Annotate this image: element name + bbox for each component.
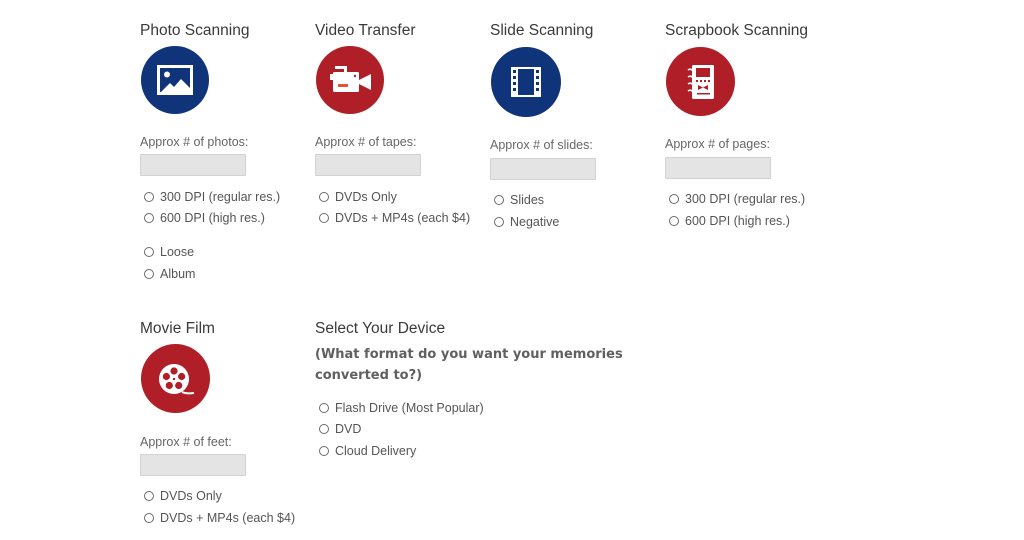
slide-scanning-title: Slide Scanning xyxy=(490,22,594,39)
slide-slides-radio[interactable]: Slides xyxy=(490,192,544,208)
radio-circle-icon[interactable] xyxy=(144,491,154,501)
radio-label: DVDs + MP4s (each $4) xyxy=(335,211,471,225)
video-transfer-section: Video Transfer Approx # of tapes: DVDs O… xyxy=(315,22,485,225)
image-icon xyxy=(141,46,209,114)
film-strip-icon xyxy=(491,47,561,117)
radio-label: 300 DPI (regular res.) xyxy=(685,192,806,206)
film-reel-icon xyxy=(141,344,210,413)
tapes-quantity-label: Approx # of tapes: xyxy=(315,135,417,149)
scrapbook-icon xyxy=(666,47,735,116)
radio-circle-icon[interactable] xyxy=(144,269,154,279)
radio-label: 300 DPI (regular res.) xyxy=(160,190,281,204)
radio-circle-icon[interactable] xyxy=(669,194,679,204)
radio-label: Slides xyxy=(510,193,545,207)
device-flash-drive-radio[interactable]: Flash Drive (Most Popular) xyxy=(315,400,484,416)
radio-label: DVDs Only xyxy=(335,190,397,204)
photo-loose-radio[interactable]: Loose xyxy=(140,244,194,260)
select-device-subtitle: (What format do you want your memories c… xyxy=(315,347,623,383)
photos-quantity-input[interactable] xyxy=(140,154,246,176)
select-device-title: Select Your Device xyxy=(315,320,446,337)
movie-dvds-mp4s-radio[interactable]: DVDs + MP4s (each $4) xyxy=(140,510,295,526)
photos-quantity-label: Approx # of photos: xyxy=(140,135,249,149)
radio-label: 600 DPI (high res.) xyxy=(160,211,265,225)
select-device-section: Select Your Device (What format do you w… xyxy=(315,320,645,458)
radio-circle-icon[interactable] xyxy=(669,216,679,226)
radio-circle-icon[interactable] xyxy=(319,192,329,202)
movie-dvds-only-radio[interactable]: DVDs Only xyxy=(140,488,222,504)
slide-scanning-section: Slide Scanning Approx # of slides: Slide… xyxy=(490,22,660,229)
scrapbook-300dpi-radio[interactable]: 300 DPI (regular res.) xyxy=(665,191,805,207)
radio-circle-icon[interactable] xyxy=(494,195,504,205)
scrapbook-600dpi-radio[interactable]: 600 DPI (high res.) xyxy=(665,213,790,229)
slides-quantity-label: Approx # of slides: xyxy=(490,138,593,152)
radio-label: Album xyxy=(160,267,196,281)
tapes-quantity-input[interactable] xyxy=(315,154,421,176)
radio-label: Flash Drive (Most Popular) xyxy=(335,401,484,415)
video-dvds-mp4s-radio[interactable]: DVDs + MP4s (each $4) xyxy=(315,210,470,226)
movie-film-section: Movie Film Approx # of feet: DVDs Only D… xyxy=(140,320,310,525)
video-camera-icon xyxy=(316,46,384,114)
radio-label: Negative xyxy=(510,215,560,229)
scrapbook-scanning-title: Scrapbook Scanning xyxy=(665,22,809,39)
photo-scanning-section: Photo Scanning Approx # of photos: 300 D… xyxy=(140,22,310,281)
video-transfer-title: Video Transfer xyxy=(315,22,416,39)
photo-300dpi-radio[interactable]: 300 DPI (regular res.) xyxy=(140,189,280,205)
slide-negative-radio[interactable]: Negative xyxy=(490,214,559,230)
radio-circle-icon[interactable] xyxy=(319,424,329,434)
radio-circle-icon[interactable] xyxy=(319,403,329,413)
radio-circle-icon[interactable] xyxy=(319,446,329,456)
pages-quantity-label: Approx # of pages: xyxy=(665,137,770,151)
video-dvds-only-radio[interactable]: DVDs Only xyxy=(315,189,397,205)
slides-quantity-input[interactable] xyxy=(490,158,596,180)
radio-label: DVD xyxy=(335,422,362,436)
feet-quantity-label: Approx # of feet: xyxy=(140,435,232,449)
radio-label: Loose xyxy=(160,245,195,259)
device-dvd-radio[interactable]: DVD xyxy=(315,421,361,437)
radio-label: DVDs + MP4s (each $4) xyxy=(160,511,296,525)
pages-quantity-input[interactable] xyxy=(665,157,771,179)
radio-circle-icon[interactable] xyxy=(144,513,154,523)
photo-scanning-title: Photo Scanning xyxy=(140,22,250,39)
movie-film-title: Movie Film xyxy=(140,320,215,337)
radio-circle-icon[interactable] xyxy=(144,213,154,223)
radio-label: Cloud Delivery xyxy=(335,444,417,458)
radio-label: DVDs Only xyxy=(160,489,222,503)
photo-album-radio[interactable]: Album xyxy=(140,266,195,282)
scrapbook-scanning-section: Scrapbook Scanning Approx # of pages: 30… xyxy=(665,22,835,228)
radio-label: 600 DPI (high res.) xyxy=(685,214,790,228)
radio-circle-icon[interactable] xyxy=(494,217,504,227)
photo-600dpi-radio[interactable]: 600 DPI (high res.) xyxy=(140,210,265,226)
feet-quantity-input[interactable] xyxy=(140,454,246,476)
radio-circle-icon[interactable] xyxy=(319,213,329,223)
radio-circle-icon[interactable] xyxy=(144,192,154,202)
radio-circle-icon[interactable] xyxy=(144,247,154,257)
device-cloud-delivery-radio[interactable]: Cloud Delivery xyxy=(315,443,416,459)
